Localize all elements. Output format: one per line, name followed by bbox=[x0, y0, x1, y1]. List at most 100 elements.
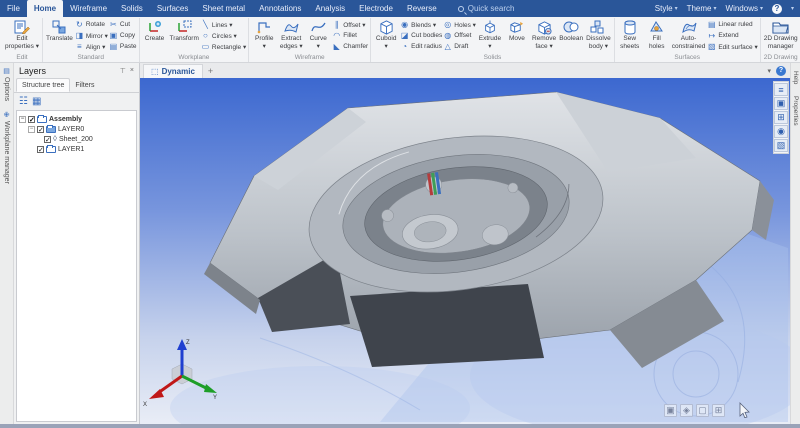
extract-edges-button[interactable]: Extract edges ▾ bbox=[278, 18, 304, 51]
3d-scene[interactable]: Z X Y bbox=[140, 78, 790, 424]
mirror-button[interactable]: ◨Mirror ▾ bbox=[75, 30, 108, 41]
ribbon-tab-annotations[interactable]: Annotations bbox=[252, 0, 308, 17]
holes-button[interactable]: ◎Holes ▾ bbox=[443, 19, 476, 30]
linear-ruled-icon: ▤ bbox=[707, 20, 716, 29]
align-button[interactable]: ≡Align ▾ bbox=[75, 41, 108, 52]
edit-radius-button[interactable]: ◔Edit radius bbox=[400, 41, 442, 52]
draft-button[interactable]: △Draft bbox=[443, 41, 476, 52]
help-side-tab[interactable]: Help bbox=[792, 71, 799, 84]
multi-view-icon[interactable]: ⊞ bbox=[712, 404, 725, 417]
translate-button[interactable]: Translate bbox=[45, 18, 74, 43]
ribbon-group-surfaces: Sew sheets Fill holes Auto- constrained … bbox=[615, 18, 761, 62]
model-cube-icon: ⬚ bbox=[151, 67, 159, 76]
remove-face-button[interactable]: Remove face ▾ bbox=[531, 18, 557, 51]
tab-dynamic[interactable]: ⬚ Dynamic bbox=[143, 64, 203, 78]
offset-solid-button[interactable]: ◍Offset bbox=[443, 30, 476, 41]
panel-toggle-icon[interactable]: ▣ bbox=[774, 97, 788, 110]
pin-icon[interactable]: ⊤ bbox=[118, 67, 128, 75]
help-icon[interactable]: ? bbox=[776, 66, 786, 76]
edit-surface-button[interactable]: ▧Edit surface ▾ bbox=[707, 41, 757, 52]
ribbon-tab-wireframe[interactable]: Wireframe bbox=[63, 0, 114, 17]
collapse-icon[interactable]: − bbox=[28, 126, 35, 133]
chamfer-button[interactable]: ◣Chamfer bbox=[332, 41, 368, 52]
mirror-icon: ◨ bbox=[75, 31, 84, 40]
layer-states-icon[interactable]: ☷ bbox=[19, 97, 28, 107]
ribbon-tab-surfaces[interactable]: Surfaces bbox=[150, 0, 196, 17]
wireframe-view-icon[interactable]: ▢ bbox=[696, 404, 709, 417]
cut-button[interactable]: ✂Cut bbox=[109, 19, 137, 30]
perspective-view-icon[interactable]: ◈ bbox=[680, 404, 693, 417]
viewport-side-toolbar: ≡ ▣ ⊞ ◉ ▧ bbox=[773, 81, 789, 154]
view-cube-icon[interactable]: ▧ bbox=[774, 139, 788, 152]
tree-item-assembly[interactable]: − ✓ Assembly bbox=[19, 114, 136, 124]
fill-holes-button[interactable]: Fill holes bbox=[644, 18, 670, 51]
tree-item-layer0[interactable]: − ✓ LAYER0 bbox=[19, 124, 136, 134]
windows-menu[interactable]: Windows ▾ bbox=[726, 4, 763, 13]
workplane-manager-side-tab[interactable]: ✙ Workplane manager bbox=[3, 111, 10, 184]
group-label-wireframe: Wireframe bbox=[251, 53, 368, 62]
chamfer-icon: ◣ bbox=[332, 42, 341, 51]
edit-properties-button[interactable]: Edit properties ▾ bbox=[4, 18, 40, 51]
blends-button[interactable]: ◉Blends ▾ bbox=[400, 19, 442, 30]
theme-menu[interactable]: Theme ▾ bbox=[687, 4, 717, 13]
ribbon-tab-sheet-metal[interactable]: Sheet metal bbox=[195, 0, 252, 17]
new-tab-button[interactable]: + bbox=[203, 66, 218, 76]
copy-button[interactable]: ▣Copy bbox=[109, 30, 137, 41]
ribbon-tab-reverse[interactable]: Reverse bbox=[400, 0, 444, 17]
sew-sheets-button[interactable]: Sew sheets bbox=[617, 18, 643, 51]
grid-view-icon[interactable]: ⊞ bbox=[774, 111, 788, 124]
3d-viewport[interactable]: Z X Y ≡ ▣ ⊞ ◉ ▧ ▣ ◈ ▢ ⊞ bbox=[140, 78, 790, 424]
rotate-button[interactable]: ↻Rotate bbox=[75, 19, 108, 30]
create-workplane-button[interactable]: Create bbox=[142, 18, 168, 43]
profile-button[interactable]: Profile ▾ bbox=[251, 18, 277, 51]
ribbon-collapse-icon[interactable]: ▾ bbox=[767, 67, 771, 75]
ribbon-tab-solids[interactable]: Solids bbox=[114, 0, 150, 17]
properties-side-tab[interactable]: Properties bbox=[792, 96, 799, 126]
options-side-tab[interactable]: ▤ Options bbox=[3, 67, 10, 101]
checkbox-checked[interactable]: ✓ bbox=[44, 136, 51, 143]
linear-ruled-button[interactable]: ▤Linear ruled bbox=[707, 19, 757, 30]
align-icon: ≡ bbox=[75, 42, 84, 51]
paste-button[interactable]: ▤Paste bbox=[109, 41, 137, 52]
help-icon[interactable]: ? bbox=[772, 4, 782, 14]
checkbox-checked[interactable]: ✓ bbox=[37, 126, 44, 133]
style-menu[interactable]: Style ▾ bbox=[655, 4, 678, 13]
offset-button[interactable]: ∥Offset ▾ bbox=[332, 19, 368, 30]
render-mode-icon[interactable]: ◉ bbox=[774, 125, 788, 138]
close-icon[interactable]: × bbox=[128, 67, 136, 74]
checkbox-checked[interactable]: ✓ bbox=[37, 146, 44, 153]
tab-structure-tree[interactable]: Structure tree bbox=[16, 78, 70, 92]
fillet-button[interactable]: ◠Fillet bbox=[332, 30, 368, 41]
checkbox-checked[interactable]: ✓ bbox=[28, 116, 35, 123]
extrude-button[interactable]: Extrude ▾ bbox=[477, 18, 503, 51]
dissolve-body-button[interactable]: Dissolve body ▾ bbox=[585, 18, 612, 51]
ribbon-tab-electrode[interactable]: Electrode bbox=[352, 0, 400, 17]
extend-button[interactable]: ↦Extend bbox=[707, 30, 757, 41]
curve-button[interactable]: Curve ▾ bbox=[305, 18, 331, 51]
auto-constrained-button[interactable]: Auto- constrained bbox=[671, 18, 707, 51]
cut-bodies-button[interactable]: ◪Cut bodies bbox=[400, 30, 442, 41]
chevron-down-icon: ▾ bbox=[714, 5, 717, 12]
save-layers-icon[interactable]: ▦ bbox=[32, 97, 41, 107]
group-label-standard: Standard bbox=[45, 53, 137, 62]
tree-item-sheet-200[interactable]: ✓ ◊ Sheet_200 bbox=[19, 134, 136, 144]
tree-item-layer1[interactable]: ✓ LAYER1 bbox=[19, 144, 136, 154]
chevron-down-icon[interactable]: ▾ bbox=[791, 5, 794, 12]
lines-button[interactable]: ╲Lines ▾ bbox=[201, 19, 246, 30]
circles-button[interactable]: ○Circles ▾ bbox=[201, 30, 246, 41]
quick-search-input[interactable]: Quick search bbox=[458, 0, 515, 17]
ribbon-group-workplane: Create Transform ╲Lines ▾ ○Circles ▾ ▭Re… bbox=[140, 18, 250, 62]
move-face-button[interactable]: Move bbox=[504, 18, 530, 43]
tab-filters[interactable]: Filters bbox=[70, 78, 99, 92]
rectangle-button[interactable]: ▭Rectangle ▾ bbox=[201, 41, 246, 52]
boolean-button[interactable]: Boolean bbox=[558, 18, 584, 43]
transform-workplane-button[interactable]: Transform bbox=[169, 18, 200, 43]
shaded-view-icon[interactable]: ▣ bbox=[664, 404, 677, 417]
collapse-icon[interactable]: − bbox=[19, 116, 26, 123]
ribbon-tab-analysis[interactable]: Analysis bbox=[308, 0, 352, 17]
menu-icon[interactable]: ≡ bbox=[774, 83, 788, 96]
cuboid-button[interactable]: Cuboid ▾ bbox=[373, 18, 399, 51]
ribbon-tab-file[interactable]: File bbox=[0, 0, 27, 17]
ribbon-tab-home[interactable]: Home bbox=[27, 0, 63, 17]
2d-drawing-manager-button[interactable]: 2D Drawing manager bbox=[763, 18, 799, 51]
